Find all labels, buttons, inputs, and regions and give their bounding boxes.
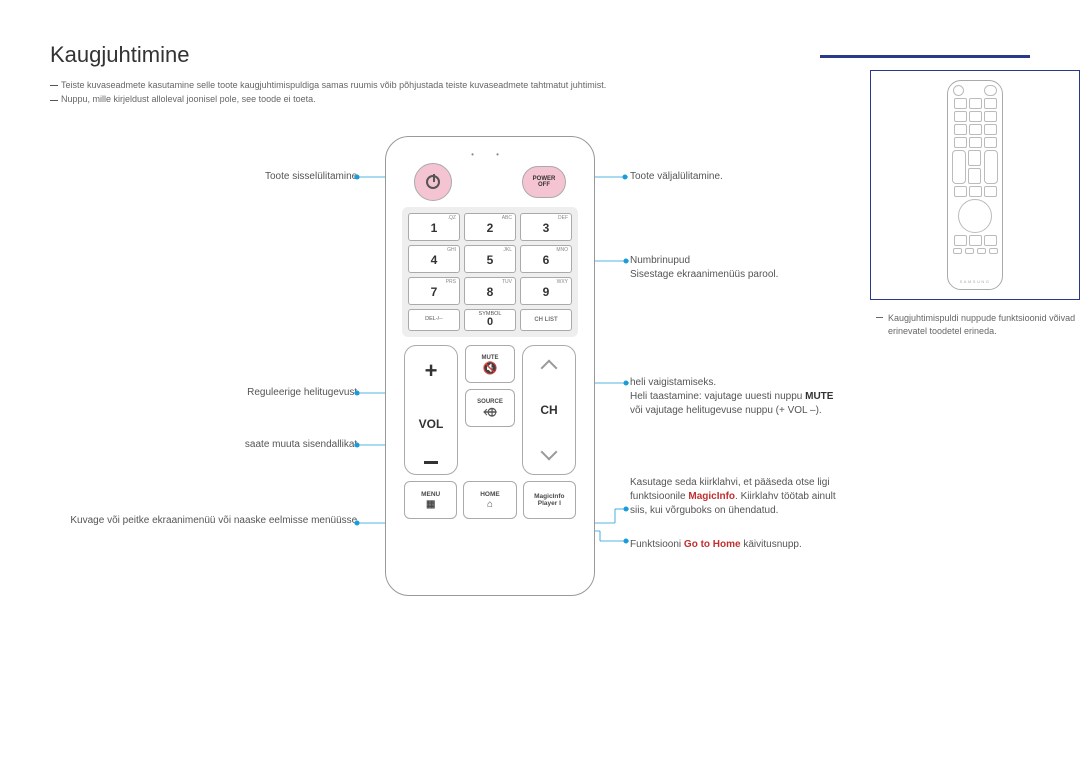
channel-rocker[interactable]: CH [522,345,576,475]
callout-home: Funktsiooni Go to Home käivitusnupp. [630,538,930,552]
callout-magicinfo: Kasutage seda kiirklahvi, et pääseda ots… [630,476,950,518]
source-button[interactable]: SOURCE ⬲ [465,389,515,427]
callout-source: saate muuta sisendallikat. [50,438,360,452]
home-icon: ⌂ [487,499,493,510]
mute-button[interactable]: MUTE 🔇 [465,345,515,383]
mini-remote-body: SAMSUNG [947,80,1003,290]
num-4-button[interactable]: GHI4 [408,245,460,273]
num-5-button[interactable]: JKL5 [464,245,516,273]
power-off-button[interactable]: POWER OFF [522,166,566,198]
chlist-button[interactable]: CH LIST [520,309,572,331]
mute-icon: 🔇 [483,362,498,374]
sidebar-note: Kaugjuhtimispuldi nuppude funktsioonid v… [870,312,1080,337]
remote-diagram: • • POWER OFF .QZ1ABC2DEF3 GHI4JKL5MNO6 PR… [385,136,595,616]
num-9-button[interactable]: WXY9 [520,277,572,305]
callout-power-on: Toote sisselülitamine. [50,170,360,184]
thumbnail-frame: SAMSUNG [870,70,1080,300]
magicinfo-button[interactable]: MagicInfo Player I [523,481,576,519]
num-6-button[interactable]: MNO6 [520,245,572,273]
num-2-button[interactable]: ABC2 [464,213,516,241]
callout-menu: Kuvage või peitke ekraanimenüü või naask… [50,514,360,528]
ir-dots-icon: • • [396,149,584,160]
num-7-button[interactable]: PRS7 [408,277,460,305]
num-3-button[interactable]: DEF3 [520,213,572,241]
sidebar-thumbnail: SAMSUNG Kaugjuhtimispuldi nuppude funkts… [870,70,1080,365]
num-1-button[interactable]: .QZ1 [408,213,460,241]
source-icon: ⬲ [483,406,496,418]
header-divider [820,55,1030,58]
menu-icon: ▦ [426,499,435,510]
remote-body: • • POWER OFF .QZ1ABC2DEF3 GHI4JKL5MNO6 PR… [385,136,595,596]
del-button[interactable]: DEL-/-- [408,309,460,331]
plus-icon: + [425,356,438,387]
menu-button[interactable]: MENU ▦ [404,481,457,519]
power-on-button[interactable] [414,163,452,201]
home-button[interactable]: HOME ⌂ [463,481,516,519]
chevron-up-icon [541,360,557,376]
power-icon [426,175,440,189]
page: Kaugjuhtimine Teiste kuvaseadmete kasuta… [0,0,1080,763]
volume-rocker[interactable]: + VOL [404,345,458,475]
numpad: .QZ1ABC2DEF3 GHI4JKL5MNO6 PRS7TUV8WXY9 DEL… [402,207,578,337]
symbol-0-button[interactable]: SYMBOL0 [464,309,516,331]
minus-icon [424,461,438,464]
num-8-button[interactable]: TUV8 [464,277,516,305]
chevron-down-icon [541,444,557,460]
callout-mute: heli vaigistamiseks. Heli taastamine: va… [630,376,930,418]
callout-volume: Reguleerige helitugevust. [50,386,360,400]
